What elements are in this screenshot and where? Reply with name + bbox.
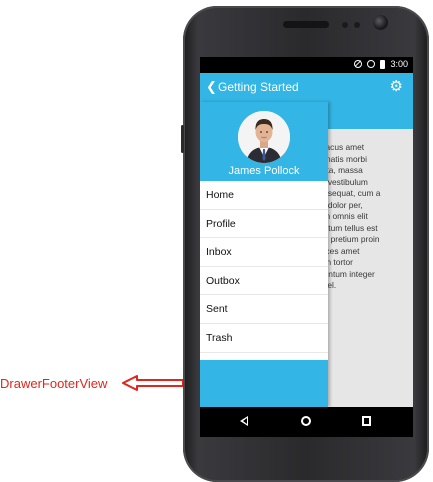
home-icon[interactable] bbox=[301, 416, 311, 426]
action-bar: ❮ Getting Started ⚙ bbox=[200, 73, 413, 102]
avatar[interactable] bbox=[238, 111, 290, 163]
recent-apps-icon[interactable] bbox=[362, 416, 371, 426]
drawer-header: James Pollock bbox=[200, 102, 328, 181]
front-camera bbox=[373, 15, 388, 30]
back-icon[interactable] bbox=[240, 416, 248, 426]
navigation-drawer: James Pollock Home Profile Inbox Outbox … bbox=[200, 102, 328, 407]
annotation-arrow-icon bbox=[122, 375, 184, 391]
alarm-icon bbox=[367, 60, 376, 68]
gear-icon[interactable]: ⚙ bbox=[390, 79, 403, 95]
phone-earpiece bbox=[283, 21, 329, 28]
drawer-item-trash[interactable]: Trash bbox=[200, 324, 328, 353]
drawer-item-sent[interactable]: Sent bbox=[200, 295, 328, 324]
annotation-label: DrawerFooterView bbox=[0, 376, 108, 391]
drawer-item-outbox[interactable]: Outbox bbox=[200, 267, 328, 296]
chevron-left-icon[interactable]: ❮ bbox=[206, 79, 217, 95]
profile-photo-icon bbox=[238, 111, 290, 163]
status-bar: 3:00 bbox=[200, 57, 413, 73]
battery-icon bbox=[380, 59, 386, 69]
phone-sensor bbox=[342, 22, 348, 28]
drawer-menu: Home Profile Inbox Outbox Sent Trash bbox=[200, 181, 328, 353]
user-name: James Pollock bbox=[228, 165, 300, 177]
status-time: 3:00 bbox=[390, 59, 408, 69]
drawer-item-home[interactable]: Home bbox=[200, 181, 328, 210]
drawer-item-profile[interactable]: Profile bbox=[200, 210, 328, 239]
phone-sensor bbox=[354, 22, 360, 28]
do-not-disturb-icon bbox=[354, 60, 363, 68]
phone-screen: 3:00 ❮ Getting Started ⚙ et, lacus amet … bbox=[200, 57, 413, 437]
phone-volume-button bbox=[181, 125, 184, 153]
system-nav-bar bbox=[200, 407, 413, 437]
action-bar-title[interactable]: Getting Started bbox=[218, 80, 299, 95]
drawer-item-inbox[interactable]: Inbox bbox=[200, 238, 328, 267]
drawer-footer-view bbox=[200, 360, 328, 407]
